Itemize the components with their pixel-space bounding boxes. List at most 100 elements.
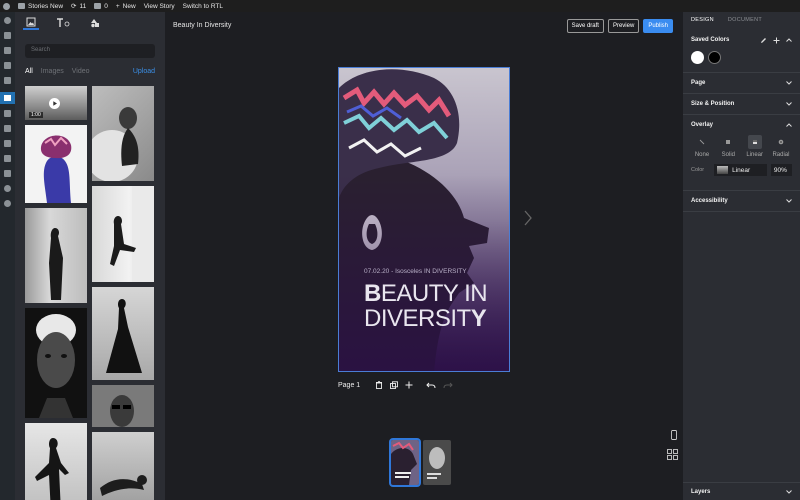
publish-button[interactable]: Publish	[643, 19, 673, 33]
layers-panel-toggle[interactable]: Layers	[683, 482, 800, 500]
tab-design[interactable]: DESIGN	[691, 17, 714, 26]
dashboard-icon[interactable]	[4, 17, 11, 24]
chevron-down-icon[interactable]	[786, 489, 792, 494]
color-swatch-black[interactable]	[708, 51, 721, 64]
stories-icon[interactable]	[0, 92, 15, 104]
media-item-image[interactable]	[25, 308, 87, 418]
users-icon[interactable]	[4, 140, 11, 147]
next-page-chevron-icon[interactable]	[523, 210, 533, 226]
new-link[interactable]: + New	[116, 3, 136, 10]
custom-plugin-icon[interactable]	[4, 185, 11, 192]
chevron-down-icon[interactable]	[786, 81, 792, 85]
overlay-radial-label: Radial	[772, 152, 790, 158]
media-item-image[interactable]	[25, 125, 87, 203]
media-item-image[interactable]	[92, 186, 154, 282]
appearance-icon[interactable]	[4, 110, 11, 117]
wordpress-logo-icon[interactable]	[3, 2, 10, 10]
updates-link[interactable]: ⟳ 11	[71, 2, 86, 11]
media-item-video[interactable]: 1:00	[25, 86, 87, 120]
phone-view-icon[interactable]	[670, 430, 678, 440]
saved-color-swatches	[691, 50, 792, 64]
page-thumbnail-preview	[391, 440, 419, 485]
overlay-radial-option[interactable]: Radial	[770, 135, 792, 158]
add-color-icon[interactable]	[773, 37, 780, 44]
story-date-line[interactable]: 07.02.20 - Isosceles IN DIVERSITY	[364, 268, 467, 275]
comments-icon[interactable]	[4, 77, 11, 84]
page-section: Page	[683, 73, 800, 94]
delete-page-icon[interactable]	[375, 381, 383, 389]
switch-rtl-link[interactable]: Switch to RTL	[183, 3, 223, 10]
overlay-section: Overlay None Solid Linear Radial Color L…	[683, 115, 800, 191]
solid-icon	[726, 140, 731, 144]
library-tabs	[15, 12, 165, 34]
page-thumbnail-1[interactable]	[389, 438, 421, 487]
media-item-image[interactable]	[92, 432, 154, 500]
pages-icon[interactable]	[4, 62, 11, 69]
undo-icon[interactable]	[426, 381, 436, 389]
shapes-tab[interactable]	[87, 16, 103, 30]
overlay-type-options: None Solid Linear Radial	[691, 135, 792, 164]
media-item-image[interactable]	[92, 385, 154, 427]
story-headline[interactable]: BEAUTY IN DIVERSITY	[364, 280, 488, 331]
story-title[interactable]: Beauty In Diversity	[173, 22, 231, 29]
tools-icon[interactable]	[4, 155, 11, 162]
media-item-image[interactable]	[92, 86, 154, 181]
overlay-linear-option[interactable]: Linear	[744, 135, 766, 158]
grid-view-icon[interactable]	[667, 449, 678, 460]
posts-icon[interactable]	[4, 32, 11, 39]
overlay-opacity-input[interactable]: 90%	[770, 164, 792, 176]
filter-all[interactable]: All	[25, 68, 33, 75]
library-panel: Search All Images Video Upload 1:00	[15, 12, 165, 500]
color-swatch-white[interactable]	[691, 51, 704, 64]
image-icon	[26, 17, 36, 27]
tab-document[interactable]: DOCUMENT	[728, 17, 762, 26]
overlay-solid-option[interactable]: Solid	[717, 135, 739, 158]
upload-button[interactable]: Upload	[133, 68, 155, 75]
design-panel: DESIGN DOCUMENT Saved Colors Page Size &…	[683, 12, 800, 500]
plus-icon: +	[115, 2, 120, 10]
view-story-link[interactable]: View Story	[144, 3, 175, 10]
overlay-linear-label: Linear	[746, 152, 763, 158]
media-item-image[interactable]	[25, 208, 87, 303]
gown-figure	[106, 299, 142, 373]
chevron-up-icon[interactable]	[786, 123, 792, 127]
headline-bold-b: B	[364, 280, 381, 307]
overlay-none-option[interactable]: None	[691, 135, 713, 158]
settings-icon[interactable]	[4, 170, 11, 177]
comments-link[interactable]: 0	[94, 3, 108, 10]
accessibility-title: Accessibility	[691, 198, 728, 204]
plugins-icon[interactable]	[4, 125, 11, 132]
redo-icon[interactable]	[443, 381, 453, 389]
save-draft-button[interactable]: Save draft	[566, 19, 604, 33]
filter-images[interactable]: Images	[41, 68, 64, 75]
chevron-down-icon[interactable]	[786, 102, 792, 106]
text-tab[interactable]	[55, 16, 71, 30]
color-label: Color	[691, 167, 705, 173]
media-icon[interactable]	[4, 47, 11, 54]
face-portrait	[25, 308, 87, 418]
shapes-icon	[91, 19, 99, 28]
duplicate-page-icon[interactable]	[390, 381, 399, 389]
filter-video[interactable]: Video	[72, 68, 90, 75]
radial-gradient-icon	[778, 139, 784, 145]
media-item-image[interactable]	[25, 423, 87, 500]
collapse-menu-icon[interactable]	[4, 200, 11, 207]
chevron-down-icon[interactable]	[786, 199, 792, 203]
site-name-link[interactable]: Stories New	[18, 3, 63, 10]
editor-canvas: Beauty In Diversity Save draft Preview P…	[165, 12, 683, 500]
add-page-icon[interactable]	[405, 381, 413, 389]
overlay-color-row: Color Linear 90%	[691, 164, 792, 190]
page-thumbnail-2[interactable]	[423, 440, 451, 485]
media-item-image[interactable]	[92, 287, 154, 380]
wp-admin-bar: Stories New ⟳ 11 0 + New View Story Switch…	[0, 0, 800, 12]
edit-pencil-icon[interactable]	[760, 37, 767, 44]
media-search-input[interactable]: Search	[25, 44, 155, 58]
story-page[interactable]: 07.02.20 - Isosceles IN DIVERSITY BEAUTY…	[338, 67, 510, 372]
gradient-swatch	[717, 166, 729, 174]
seated-figure	[110, 186, 154, 282]
preview-button[interactable]: Preview	[607, 19, 640, 33]
overlay-color-picker[interactable]: Linear	[714, 164, 767, 176]
play-icon[interactable]	[49, 98, 60, 109]
media-tab[interactable]	[23, 16, 39, 30]
chevron-up-icon[interactable]	[786, 38, 792, 42]
